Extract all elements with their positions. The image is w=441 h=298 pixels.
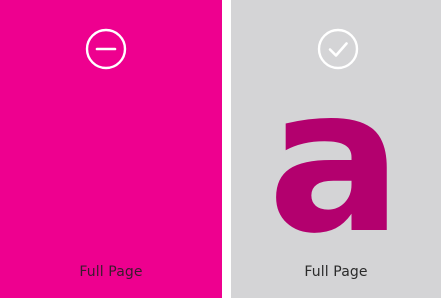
minus-circle-icon[interactable] [85, 28, 127, 70]
card-label: Full Page [304, 264, 368, 280]
letter-a-preview-glyph: a [265, 72, 405, 242]
page-format-options: Full Page a Full Page [0, 0, 441, 298]
full-page-option-card-right[interactable]: a Full Page [231, 0, 441, 298]
card-label: Full Page [79, 264, 143, 280]
check-circle-icon[interactable] [317, 28, 359, 70]
preview-glyph-text: a [268, 72, 403, 242]
full-page-option-card-left[interactable]: Full Page [0, 0, 222, 298]
